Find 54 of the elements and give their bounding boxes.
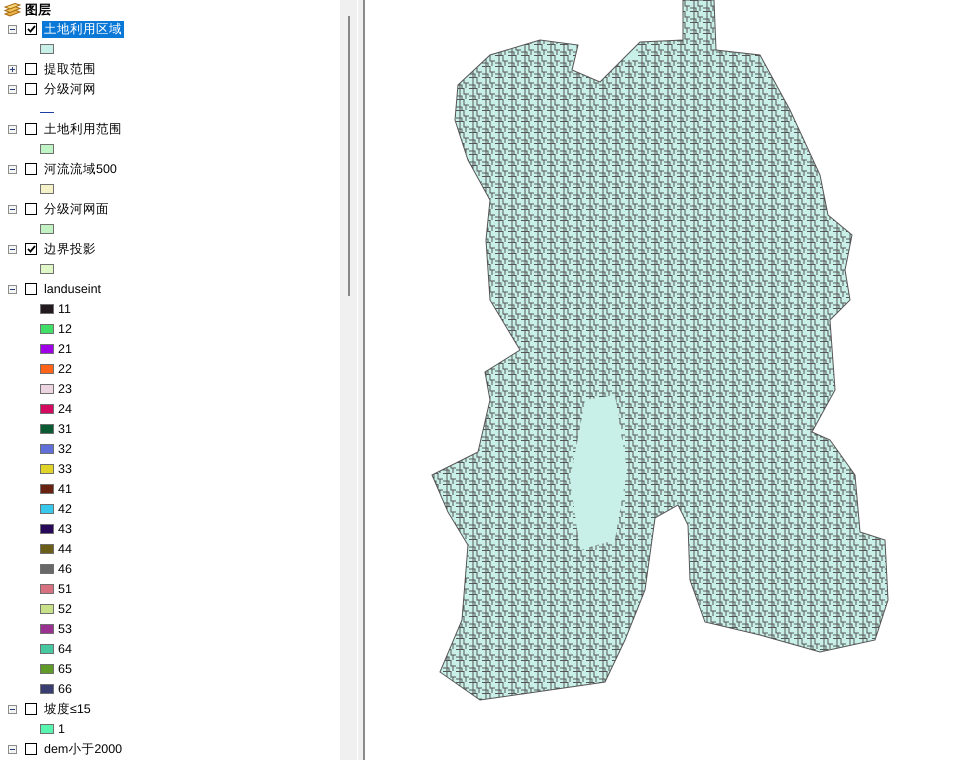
legend-label: 31 — [58, 420, 72, 438]
layer-name[interactable]: 分级河网 — [42, 80, 98, 98]
collapse-icon[interactable] — [8, 124, 17, 134]
legend-label: 21 — [58, 340, 72, 358]
layer-name[interactable]: 提取范围 — [42, 60, 98, 78]
legend-label: 46 — [58, 560, 72, 578]
legend-label: 1 — [58, 720, 65, 738]
layer-checkbox[interactable] — [25, 703, 37, 715]
legend-label: 41 — [58, 480, 72, 498]
legend-label: 44 — [58, 540, 72, 558]
legend-label: 65 — [58, 660, 72, 678]
collapse-icon[interactable] — [8, 84, 17, 94]
legend-label: 32 — [58, 440, 72, 458]
collapse-icon[interactable] — [8, 744, 17, 754]
layer-checkbox[interactable] — [25, 283, 37, 295]
layer-name[interactable]: landuseint — [42, 280, 103, 298]
legend-label: 23 — [58, 380, 72, 398]
legend-label: 52 — [58, 600, 72, 618]
layer-name[interactable]: 河流流域500 — [42, 160, 119, 178]
legend-label: 24 — [58, 400, 72, 418]
expand-icon[interactable] — [8, 64, 17, 74]
legend-label: 43 — [58, 520, 72, 538]
layer-checkbox[interactable] — [25, 83, 37, 95]
legend-label: 53 — [58, 620, 72, 638]
collapse-icon[interactable] — [8, 704, 17, 714]
layer-name[interactable]: 土地利用区域 — [42, 20, 124, 38]
legend-label: 11 — [58, 300, 71, 318]
legend-label: 66 — [58, 680, 72, 698]
layer-checkbox[interactable] — [25, 203, 37, 215]
layer-checkbox[interactable] — [25, 743, 37, 755]
layer-name[interactable]: 坡度≤15 — [42, 700, 93, 718]
legend-label: 64 — [58, 640, 72, 658]
collapse-icon[interactable] — [8, 164, 17, 174]
legend-label: 22 — [58, 360, 72, 378]
legend-label: 12 — [58, 320, 72, 338]
layer-name[interactable]: 边界投影 — [42, 240, 98, 258]
layer-checkbox[interactable] — [25, 123, 37, 135]
layer-checkbox[interactable] — [25, 23, 37, 35]
legend-label: 33 — [58, 460, 72, 478]
collapse-icon[interactable] — [8, 24, 17, 34]
layers-icon — [4, 3, 21, 17]
layer-name[interactable]: 分级河网面 — [42, 200, 111, 218]
collapse-icon[interactable] — [8, 204, 17, 214]
toc-title: 图层 — [25, 1, 51, 20]
collapse-icon[interactable] — [8, 284, 17, 294]
layer-checkbox[interactable] — [25, 63, 37, 75]
collapse-icon[interactable] — [8, 244, 17, 254]
layer-checkbox[interactable] — [25, 163, 37, 175]
layer-name[interactable]: 土地利用范围 — [42, 120, 124, 138]
layer-checkbox[interactable] — [25, 243, 37, 255]
legend-label: 42 — [58, 500, 72, 518]
layer-name[interactable]: dem小于2000 — [42, 740, 124, 758]
legend-label: 51 — [58, 580, 72, 598]
scrollbar-thumb[interactable] — [348, 16, 350, 296]
